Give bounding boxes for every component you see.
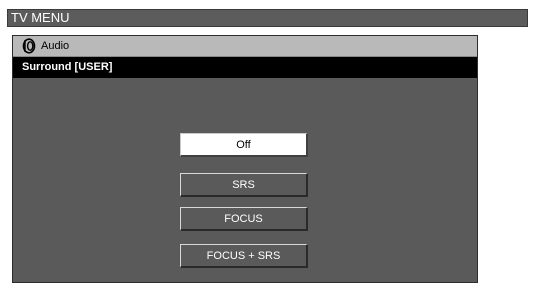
category-label: Audio	[41, 40, 70, 52]
option-srs[interactable]: SRS	[180, 173, 308, 197]
menu-panel: Audio Surround [USER] Off SRS FOCUS FOCU…	[12, 35, 478, 283]
window-title: TV MENU	[11, 10, 70, 25]
speaker-icon	[22, 38, 36, 54]
submenu-title: Surround [USER]	[13, 57, 477, 78]
category-row-audio: Audio	[13, 36, 477, 57]
option-focus[interactable]: FOCUS	[180, 207, 308, 231]
option-focus-srs[interactable]: FOCUS + SRS	[180, 244, 308, 268]
window-title-bar: TV MENU	[7, 9, 528, 27]
option-off[interactable]: Off	[180, 133, 308, 157]
